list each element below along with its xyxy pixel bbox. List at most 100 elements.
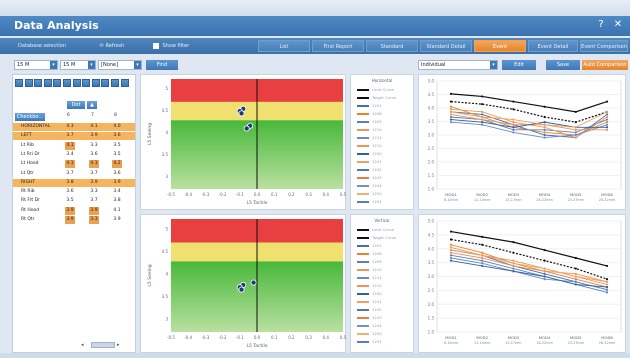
table-cell: 3.5 bbox=[66, 198, 74, 204]
edit-button[interactable]: Edit bbox=[502, 60, 536, 70]
legend-item[interactable]: 1251 bbox=[357, 339, 382, 344]
table-cell: 3.7 bbox=[66, 133, 74, 139]
series-point bbox=[481, 243, 484, 246]
legend-item[interactable]: 1212 bbox=[357, 283, 382, 288]
series-point bbox=[512, 270, 515, 273]
filter-select-3[interactable]: [None] ▾ bbox=[98, 60, 142, 70]
save-button[interactable]: Save bbox=[546, 60, 580, 70]
legend-item[interactable]: Limit Curve bbox=[357, 87, 394, 92]
show-filter-checkbox[interactable] bbox=[152, 42, 159, 49]
legend-item[interactable]: 1240 bbox=[357, 151, 382, 156]
column-toggle-button[interactable] bbox=[111, 79, 119, 87]
table-row[interactable]: Lt Rib 4.1 3.3 3.5 bbox=[13, 141, 135, 150]
help-icon[interactable]: ? bbox=[594, 18, 608, 32]
toolbar-button-1[interactable]: Database selection bbox=[12, 40, 72, 52]
checkbox-column-header[interactable]: Checkbo... bbox=[15, 113, 45, 121]
legend-item[interactable]: Target Curve bbox=[357, 95, 396, 100]
legend-item[interactable]: 1208 bbox=[357, 251, 382, 256]
sort-header[interactable]: Dot bbox=[67, 101, 85, 109]
legend-item[interactable]: 1211 bbox=[357, 135, 382, 140]
column-toggle-button[interactable] bbox=[34, 79, 43, 87]
filter-select-2[interactable]: 15 M ▾ bbox=[60, 60, 96, 70]
horizontal-scrollbar[interactable] bbox=[91, 342, 115, 348]
legend-item[interactable]: 1242 bbox=[357, 167, 382, 172]
column-toggle-button[interactable] bbox=[101, 79, 110, 87]
options-button[interactable]: Auto Comparison bbox=[582, 60, 628, 70]
legend-item[interactable]: 1250 bbox=[357, 191, 382, 196]
legend-item[interactable]: 1211 bbox=[357, 275, 382, 280]
legend-swatch bbox=[357, 169, 369, 171]
filter-select-1[interactable]: 15 M ▾ bbox=[14, 60, 58, 70]
table-row[interactable]: Rt Frt Dr 3.5 3.7 3.8 bbox=[13, 197, 135, 205]
legend-label: Target Curve bbox=[372, 235, 397, 240]
x-tick-label: 0.0 bbox=[254, 192, 261, 197]
tab-4[interactable]: Standard Detail bbox=[420, 40, 472, 52]
show-filter-toggle[interactable]: Show filter bbox=[146, 40, 196, 52]
tab-2[interactable]: First Report bbox=[312, 40, 364, 52]
tab-1[interactable]: List bbox=[258, 40, 310, 52]
legend-item[interactable]: 1209 bbox=[357, 119, 382, 124]
legend-item[interactable]: 1242 bbox=[357, 307, 382, 312]
legend-item[interactable]: 1243 bbox=[357, 175, 382, 180]
column-toggle-button[interactable] bbox=[63, 79, 71, 87]
table-row[interactable]: RIGHT 3.8 3.9 3.9 bbox=[13, 178, 135, 187]
legend-item[interactable]: 1241 bbox=[357, 159, 382, 164]
legend-item[interactable]: Target Curve bbox=[357, 235, 396, 240]
x-tick-label: 0.3 bbox=[305, 335, 312, 340]
table-row[interactable]: LEFT 3.7 3.9 3.6 bbox=[13, 132, 135, 141]
y-tick-label: 4.0 bbox=[428, 246, 435, 251]
table-row[interactable]: Lt Rri Dr 3.4 3.6 3.5 bbox=[13, 151, 135, 159]
legend-item[interactable]: 1244 bbox=[357, 323, 382, 328]
series-point bbox=[605, 291, 609, 294]
column-toggle-button[interactable] bbox=[82, 79, 91, 87]
legend-item[interactable]: 1250 bbox=[357, 331, 382, 336]
legend-item[interactable]: 1210 bbox=[357, 267, 382, 272]
column-toggle-button[interactable] bbox=[43, 79, 52, 87]
legend-item[interactable]: 1241 bbox=[357, 299, 382, 304]
legend-swatch bbox=[357, 145, 369, 147]
column-toggle-button[interactable] bbox=[24, 79, 33, 87]
series-point bbox=[543, 272, 546, 275]
table-row[interactable]: Lt Qtr 3.7 3.7 3.6 bbox=[13, 170, 135, 178]
refresh-button[interactable]: ⟳ Refresh bbox=[92, 40, 132, 52]
tab-6[interactable]: Event Detail bbox=[528, 40, 578, 52]
table-row[interactable]: Rt Rib 3.6 3.3 3.4 bbox=[13, 188, 135, 196]
table-cell: 4.1 bbox=[65, 160, 75, 169]
legend-item[interactable]: 1244 bbox=[357, 183, 382, 188]
column-toggle-button[interactable] bbox=[120, 79, 129, 87]
table-row[interactable]: Rt Hood 3.9 3.9 4.1 bbox=[13, 206, 135, 215]
table-row[interactable]: Rt Qtr 3.9 3.3 3.9 bbox=[13, 216, 135, 224]
tab-5-active[interactable]: Event bbox=[474, 40, 526, 52]
sort-arrow-icon[interactable]: ▲ bbox=[87, 101, 97, 109]
legend-item[interactable]: Limit Curve bbox=[357, 227, 394, 232]
window-title: Data Analysis bbox=[14, 19, 99, 32]
close-icon[interactable]: ✕ bbox=[611, 18, 625, 32]
scroll-right-icon[interactable]: ▸ bbox=[117, 342, 120, 348]
table-row[interactable]: Lt Hood 4.1 4.1 4.2 bbox=[13, 160, 135, 169]
legend-item[interactable]: 1240 bbox=[357, 291, 382, 296]
legend-item[interactable]: 1210 bbox=[357, 127, 382, 132]
column-toggle-button[interactable] bbox=[91, 79, 100, 87]
legend-item[interactable]: 1251 bbox=[357, 199, 382, 204]
view-mode-select[interactable]: Individual ▾ bbox=[418, 60, 498, 70]
scroll-left-icon[interactable]: ◂ bbox=[81, 342, 84, 348]
legend-item[interactable]: 1212 bbox=[357, 143, 382, 148]
legend-swatch bbox=[357, 89, 369, 91]
tab-3[interactable]: Standard bbox=[366, 40, 418, 52]
series-point bbox=[512, 262, 515, 265]
column-toggle-button[interactable] bbox=[72, 79, 81, 87]
table-row[interactable]: HORIZONTAL 4.3 4.1 4.0 bbox=[13, 123, 135, 131]
legend-item[interactable]: 1243 bbox=[357, 315, 382, 320]
tab-7[interactable]: Event Comparison bbox=[580, 40, 628, 52]
x-subtick-label: 6-10mm bbox=[444, 198, 459, 202]
find-button[interactable]: Find bbox=[146, 60, 178, 70]
legend-item[interactable]: 1201 bbox=[357, 243, 382, 248]
window-top-strip bbox=[0, 0, 630, 16]
legend-item[interactable]: 1209 bbox=[357, 259, 382, 264]
column-toggle-button[interactable] bbox=[53, 79, 62, 87]
legend-item[interactable]: 1201 bbox=[357, 103, 382, 108]
column-toggle-button[interactable] bbox=[15, 79, 23, 87]
table-cell: 3.3 bbox=[90, 189, 98, 195]
series-point bbox=[574, 275, 577, 278]
legend-item[interactable]: 1208 bbox=[357, 111, 382, 116]
